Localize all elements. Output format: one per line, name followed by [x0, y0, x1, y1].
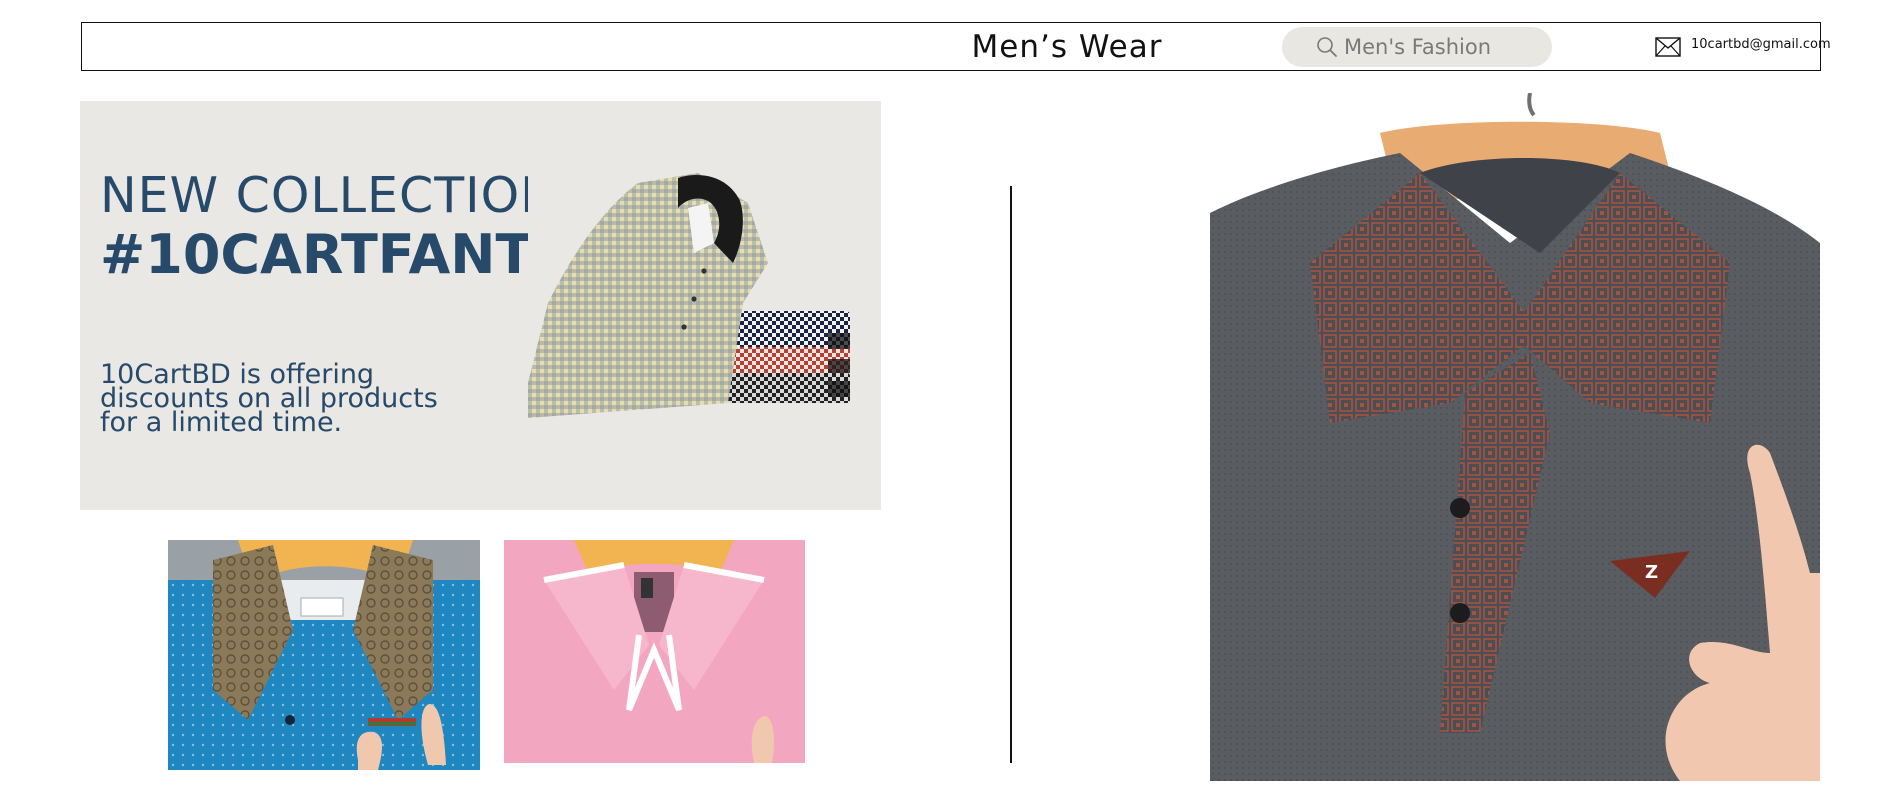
top-header: Men’s Wear Men's Fashion 10cartbd@gmail.… — [81, 22, 1831, 71]
banner-description: 10CartBD is offering discounts on all pr… — [100, 359, 438, 438]
promo-banner[interactable]: NEW COLLECTION: #10CARTFANTASY 10CartBD … — [80, 101, 881, 510]
mail-icon[interactable] — [1655, 37, 1681, 57]
search-bar[interactable]: Men's Fashion — [1282, 27, 1552, 67]
hero-product-image[interactable]: Z — [1210, 93, 1820, 781]
product-image-pink-polo[interactable] — [504, 540, 805, 763]
product-image-blue-polo[interactable] — [168, 540, 480, 770]
site-title[interactable]: Men’s Wear — [902, 25, 1232, 69]
contact-email[interactable]: 10cartbd@gmail.com — [1691, 23, 1831, 67]
banner-heading: NEW COLLECTION: — [100, 167, 576, 224]
search-input[interactable]: Men's Fashion — [1344, 27, 1491, 67]
banner-shirt-image — [528, 173, 850, 418]
search-icon[interactable] — [1316, 36, 1338, 58]
svg-text:Z: Z — [1645, 562, 1658, 583]
vertical-divider — [1010, 186, 1012, 763]
